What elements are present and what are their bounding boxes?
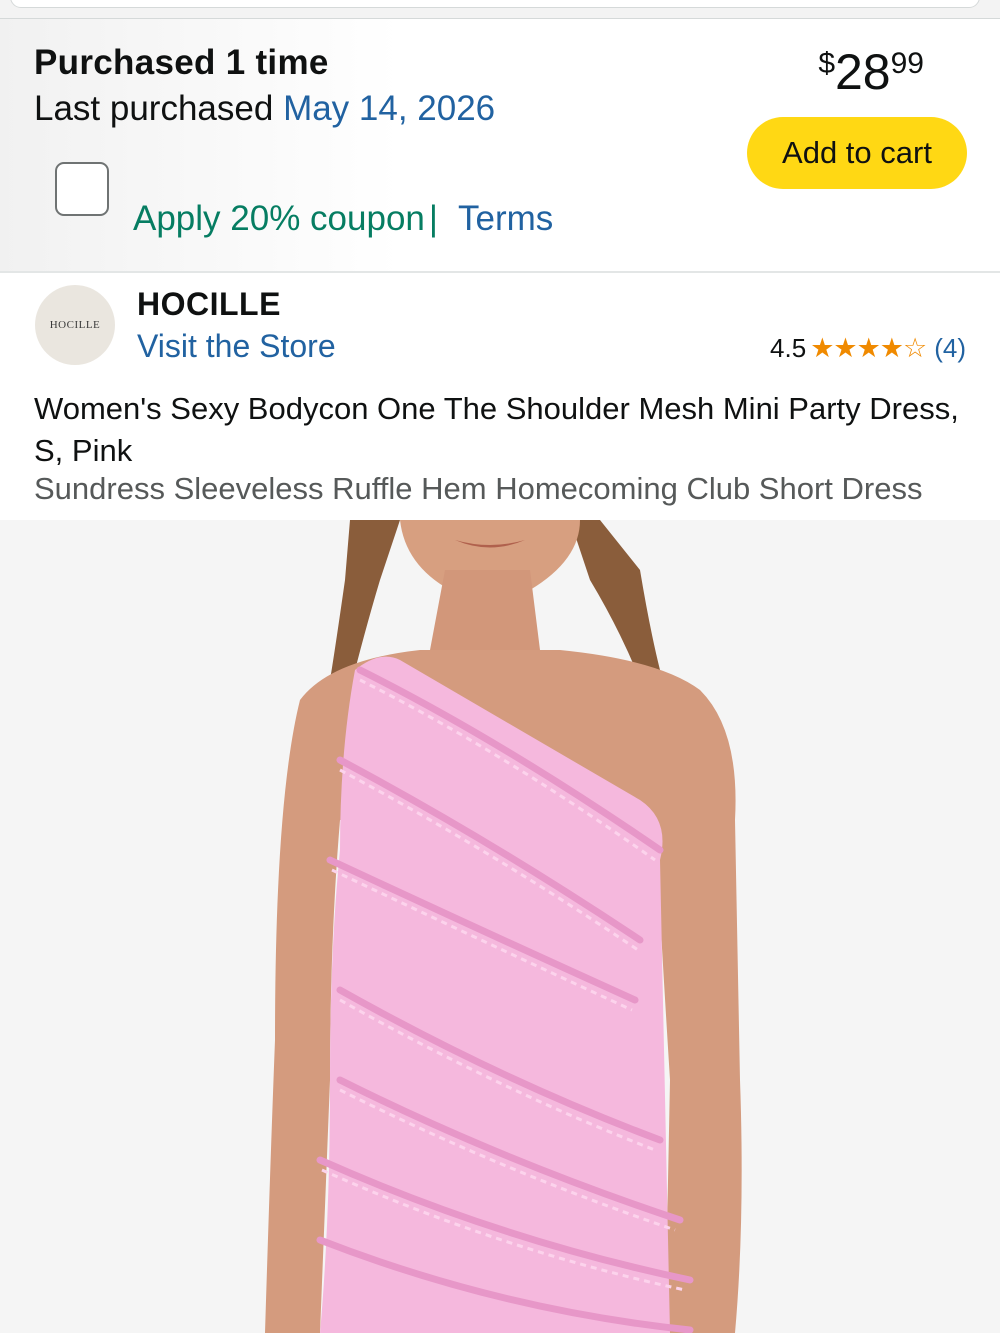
price-whole: 28	[835, 44, 891, 100]
search-bar-edge	[0, 0, 1000, 19]
product-image[interactable]	[0, 520, 1000, 1333]
price-fraction: 99	[890, 47, 924, 80]
search-field-edge[interactable]	[10, 0, 980, 8]
last-purchased: Last purchased May 14, 2026	[34, 89, 495, 129]
apply-coupon-label[interactable]: Apply 20% coupon	[133, 199, 425, 238]
price: $2899	[818, 47, 924, 97]
last-purchased-label: Last purchased	[34, 89, 274, 128]
purchased-count: Purchased 1 time	[34, 43, 329, 82]
rating-value: 4.5	[770, 333, 807, 363]
dress-photo	[0, 520, 1000, 1333]
price-currency: $	[818, 47, 835, 80]
rating-count-link[interactable]: (4)	[934, 333, 966, 364]
last-purchased-date[interactable]: May 14, 2026	[283, 89, 495, 128]
store-logo[interactable]: HOCILLE	[35, 285, 115, 365]
add-to-cart-button[interactable]: Add to cart	[747, 117, 967, 189]
brand-name: HOCILLE	[137, 286, 281, 322]
visit-store-link[interactable]: Visit the Store	[137, 328, 336, 365]
rating[interactable]: 4.5 ★★★★☆ (4)	[770, 333, 966, 364]
store-logo-text: HOCILLE	[49, 319, 101, 331]
coupon-row: Apply 20% coupon | Terms	[133, 199, 553, 239]
star-icon: ★★★★☆	[810, 333, 927, 363]
coupon-separator: |	[428, 199, 438, 238]
coupon-terms-link[interactable]: Terms	[458, 199, 553, 238]
product-subtitle: Sundress Sleeveless Ruffle Hem Homecomin…	[34, 471, 923, 506]
purchase-history-panel: Purchased 1 time Last purchased May 14, …	[0, 19, 1000, 273]
coupon-checkbox-icon[interactable]	[55, 162, 109, 216]
product-title[interactable]: Women's Sexy Bodycon One The Shoulder Me…	[34, 388, 964, 472]
